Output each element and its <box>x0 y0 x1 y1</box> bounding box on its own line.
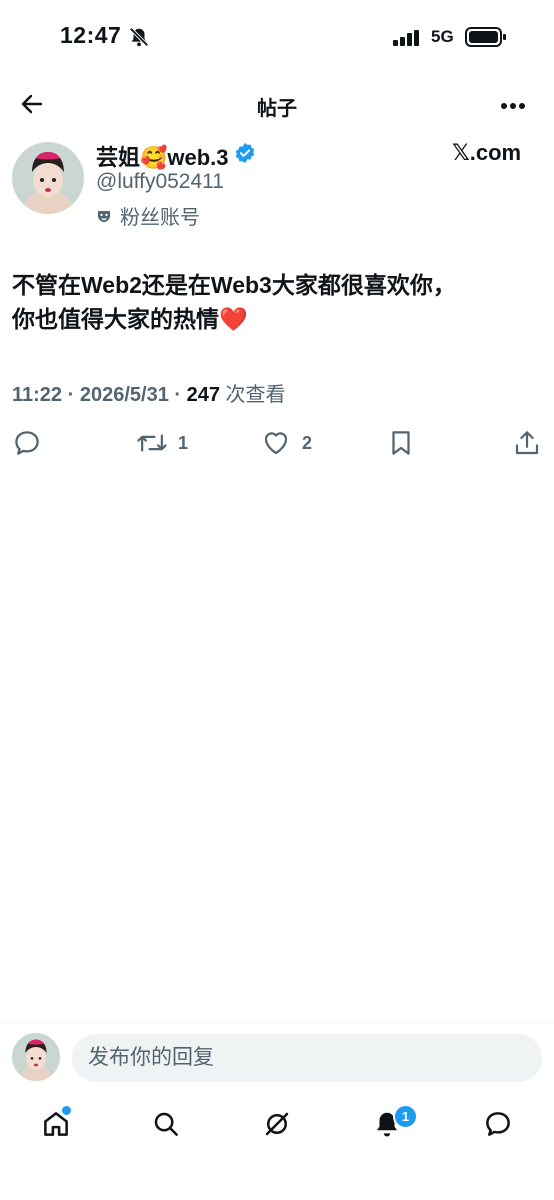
author-name-text: 芸姐🥰web.3 <box>96 145 229 170</box>
reply-input[interactable] <box>72 1034 542 1082</box>
grok-icon <box>265 1112 289 1136</box>
tweet-text-line: 不管在Web2还是在Web3大家都很喜欢你， <box>12 272 456 298</box>
retweet-button[interactable]: 1 <box>136 428 188 458</box>
like-button[interactable]: 2 <box>260 428 312 458</box>
author-avatar[interactable] <box>12 142 84 214</box>
share-button[interactable] <box>512 428 542 458</box>
bell-off-icon <box>128 26 150 53</box>
like-count: 2 <box>302 432 313 453</box>
tweet-text: 不管在Web2还是在Web3大家都很喜欢你， 你也值得大家的热情❤️ <box>12 268 542 336</box>
view-label: 次查看 <box>225 384 286 406</box>
reply-icon <box>15 431 39 455</box>
tab-search[interactable] <box>148 1106 184 1142</box>
tab-messages[interactable] <box>480 1106 516 1142</box>
messages-icon <box>486 1112 510 1136</box>
tweet-meta: 11:22 · 2026/5/31 · 247 次查看 <box>12 378 286 407</box>
retweet-count: 1 <box>178 432 189 453</box>
author-handle[interactable]: @luffy052411 <box>96 170 224 194</box>
like-icon <box>264 432 288 455</box>
platform-label[interactable]: 𝕏.com <box>452 140 521 166</box>
tweet-text-line: 你也值得大家的热情❤️ <box>12 306 248 332</box>
divider <box>0 1022 554 1023</box>
fan-mask-icon <box>98 210 110 222</box>
user-avatar[interactable] <box>12 1033 60 1081</box>
fan-account-label: 粉丝账号 <box>96 201 200 230</box>
meta-separator: · <box>174 384 187 406</box>
home-notification-dot <box>60 1104 73 1117</box>
battery-icon <box>465 27 507 52</box>
signal-icon <box>393 30 421 51</box>
tab-grok[interactable] <box>259 1106 295 1142</box>
tweet-time[interactable]: 11:22 <box>12 384 62 406</box>
status-time: 12:47 <box>60 22 122 48</box>
search-icon <box>154 1112 178 1136</box>
fan-account-text: 粉丝账号 <box>120 207 200 229</box>
retweet-icon <box>137 434 167 452</box>
notifications-badge: 1 <box>393 1104 418 1129</box>
tweet-date[interactable]: 2026/5/31 <box>80 384 169 406</box>
reply-button[interactable] <box>12 428 42 458</box>
view-count[interactable]: 247 <box>187 384 220 406</box>
share-icon <box>515 431 539 455</box>
author-name[interactable]: 芸姐🥰web.3 <box>96 140 256 172</box>
bookmark-button[interactable] <box>386 428 416 458</box>
meta-separator: · <box>67 384 80 406</box>
bookmark-icon <box>392 431 410 455</box>
page-title: 帖子 <box>257 98 297 120</box>
verified-icon <box>234 142 256 170</box>
network-type: 5G <box>431 27 454 46</box>
more-icon[interactable] <box>500 98 526 116</box>
